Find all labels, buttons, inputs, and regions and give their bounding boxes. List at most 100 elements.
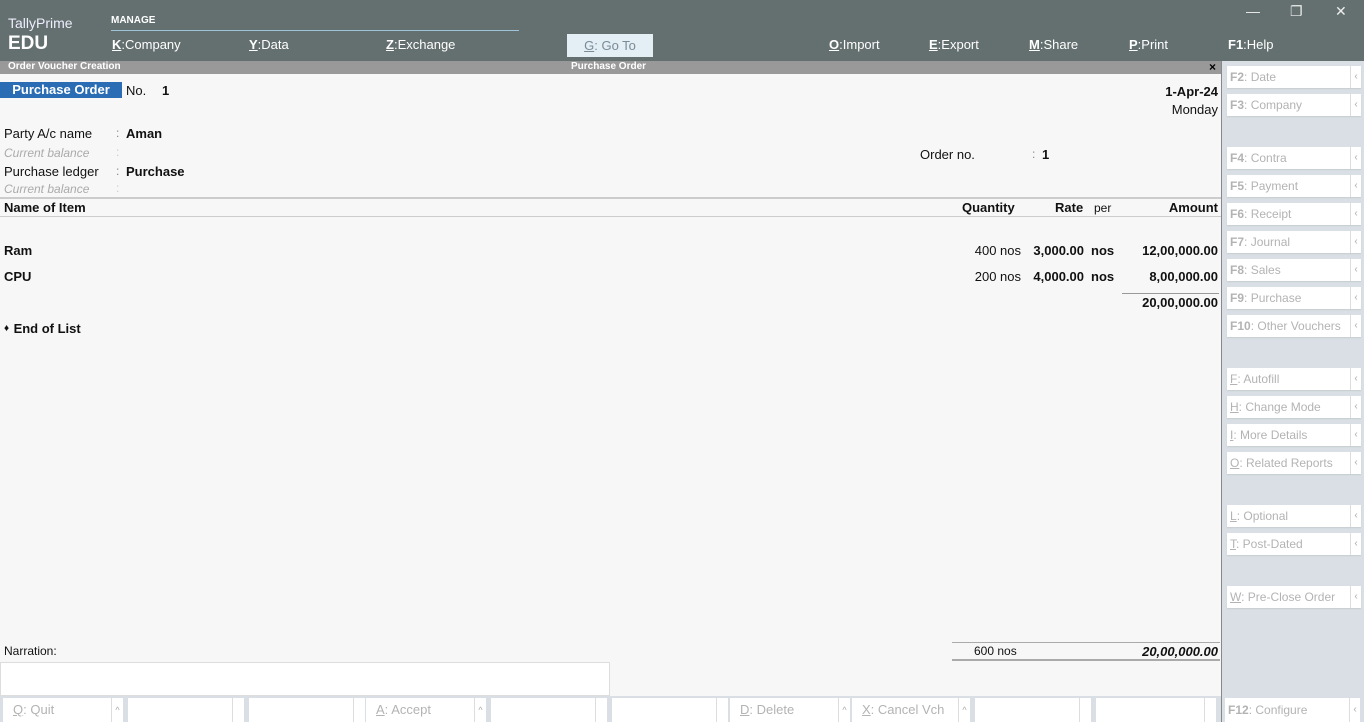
purchase-ledger-label: Purchase ledger [4,164,99,179]
chevron-left-icon: ‹ [1350,175,1361,197]
menu-label: Data [261,37,289,52]
btn-change-mode[interactable]: H: Change Mode ‹ [1227,396,1361,418]
btn-key: F4 [1230,151,1245,165]
total-quantity: 600 nos [974,644,1017,658]
btn-key: F2 [1230,70,1245,84]
purchase-ledger-value[interactable]: Purchase [126,164,185,179]
menu-company[interactable]: K:Company [112,37,181,52]
btn-label: Cancel Vch [877,702,945,717]
order-no-value[interactable]: 1 [1042,147,1049,162]
col-header-per: per [1094,201,1112,215]
menu-label: Share [1043,37,1079,52]
item-amount[interactable]: 8,00,000.00 [1149,269,1218,284]
chevron-up-icon: ^ [111,698,123,722]
btn-empty[interactable] [1096,698,1216,722]
btn-key: F6 [1230,207,1245,221]
btn-accept[interactable]: A: Accept ^ [366,698,486,722]
btn-key: F10 [1230,319,1251,333]
btn-autofill[interactable]: F: Autofill ‹ [1227,368,1361,390]
btn-label: Autofill [1243,372,1280,386]
chevron-left-icon: ‹ [1350,452,1361,474]
item-name[interactable]: Ram [4,243,32,258]
restore-icon[interactable]: ❐ [1290,3,1303,20]
menu-print[interactable]: P:Print [1129,37,1168,52]
btn-more-details[interactable]: I: More Details ‹ [1227,424,1361,446]
item-per[interactable]: nos [1091,243,1114,258]
manage-divider [111,30,519,31]
close-window-icon[interactable]: ✕ [1335,3,1347,20]
btn-optional[interactable]: L: Optional ‹ [1227,505,1361,527]
menu-exchange[interactable]: Z:Exchange [386,37,455,52]
btn-f9-purchase[interactable]: F9: Purchase ‹ [1227,287,1361,309]
col-header-quantity: Quantity [962,200,1015,215]
chevron-left-icon: ‹ [1350,287,1361,309]
btn-cancel-voucher[interactable]: X: Cancel Vch ^ [852,698,970,722]
btn-quit[interactable]: Q: Quit ^ [3,698,123,722]
btn-label: Other Vouchers [1257,319,1341,333]
menu-label: Exchange [397,37,456,52]
btn-f10-other-vouchers[interactable]: F10: Other Vouchers ‹ [1227,315,1361,337]
voucher-date[interactable]: 1-Apr-24 [1165,84,1218,99]
button-separator [232,698,244,722]
totals-divider [952,642,1220,643]
btn-pre-close-order[interactable]: W: Pre-Close Order ‹ [1227,586,1361,608]
btn-empty[interactable] [128,698,244,722]
chevron-left-icon: ‹ [1350,147,1361,169]
btn-related-reports[interactable]: O: Related Reports ‹ [1227,452,1361,474]
minimize-icon[interactable]: — [1246,3,1260,19]
item-per[interactable]: nos [1091,269,1114,284]
menu-label: Export [941,37,979,52]
menu-share[interactable]: M:Share [1029,37,1078,52]
item-quantity[interactable]: 400 nos [975,243,1021,258]
btn-empty[interactable] [612,698,728,722]
colon: : [116,126,120,140]
btn-f7-journal[interactable]: F7: Journal ‹ [1227,231,1361,253]
btn-label: Accept [391,702,431,717]
item-name[interactable]: CPU [4,269,31,284]
voucher-form: Purchase Order No. 1 1-Apr-24 Monday Par… [0,74,1221,696]
btn-key: F7 [1230,235,1245,249]
menu-help[interactable]: F1:Help [1228,37,1274,52]
menu-export[interactable]: E:Export [929,37,979,52]
chevron-left-icon: ‹ [1350,586,1361,608]
menu-key: Y [249,37,258,52]
menu-label: Import [842,37,880,52]
btn-empty[interactable] [249,698,365,722]
col-header-amount: Amount [1168,200,1218,215]
btn-key: H [1230,400,1239,414]
item-rate[interactable]: 4,000.00 [1033,269,1084,284]
narration-input[interactable] [0,662,610,696]
menu-key: F1 [1228,37,1244,52]
voucher-type-badge[interactable]: Purchase Order [0,82,122,98]
btn-f3-company[interactable]: F3: Company ‹ [1227,94,1361,116]
btn-f2-date[interactable]: F2: Date ‹ [1227,66,1361,88]
btn-f4-contra[interactable]: F4: Contra ‹ [1227,147,1361,169]
party-value[interactable]: Aman [126,126,162,141]
btn-f5-payment[interactable]: F5: Payment ‹ [1227,175,1361,197]
item-quantity[interactable]: 200 nos [975,269,1021,284]
chevron-up-icon: ^ [838,698,850,722]
menu-data[interactable]: Y:Data [249,37,289,52]
chevron-left-icon: ‹ [1350,203,1361,225]
btn-empty[interactable] [491,698,607,722]
goto-button[interactable]: G: Go To [567,34,653,57]
end-of-list[interactable]: ♦ End of List [4,320,81,338]
item-rate[interactable]: 3,000.00 [1033,243,1084,258]
btn-key: O [1230,456,1240,470]
btn-f8-sales[interactable]: F8: Sales ‹ [1227,259,1361,281]
btn-delete[interactable]: D: Delete ^ [730,698,850,722]
menu-import[interactable]: O:Import [829,37,880,52]
btn-post-dated[interactable]: T: Post-Dated ‹ [1227,533,1361,555]
voucher-no-value[interactable]: 1 [162,83,169,98]
screen-title: Order Voucher Creation [8,61,121,72]
btn-f12-configure[interactable]: F12: Configure ‹ [1225,698,1360,722]
item-amount[interactable]: 12,00,000.00 [1142,243,1218,258]
btn-label: More Details [1240,428,1308,442]
close-icon[interactable]: × [1209,60,1216,74]
btn-empty[interactable] [975,698,1091,722]
ledger-balance-label: Current balance [4,182,90,196]
btn-f6-receipt[interactable]: F6: Receipt ‹ [1227,203,1361,225]
button-separator [1204,698,1216,722]
header-divider [0,197,1221,199]
menu-key: Z [386,37,394,52]
